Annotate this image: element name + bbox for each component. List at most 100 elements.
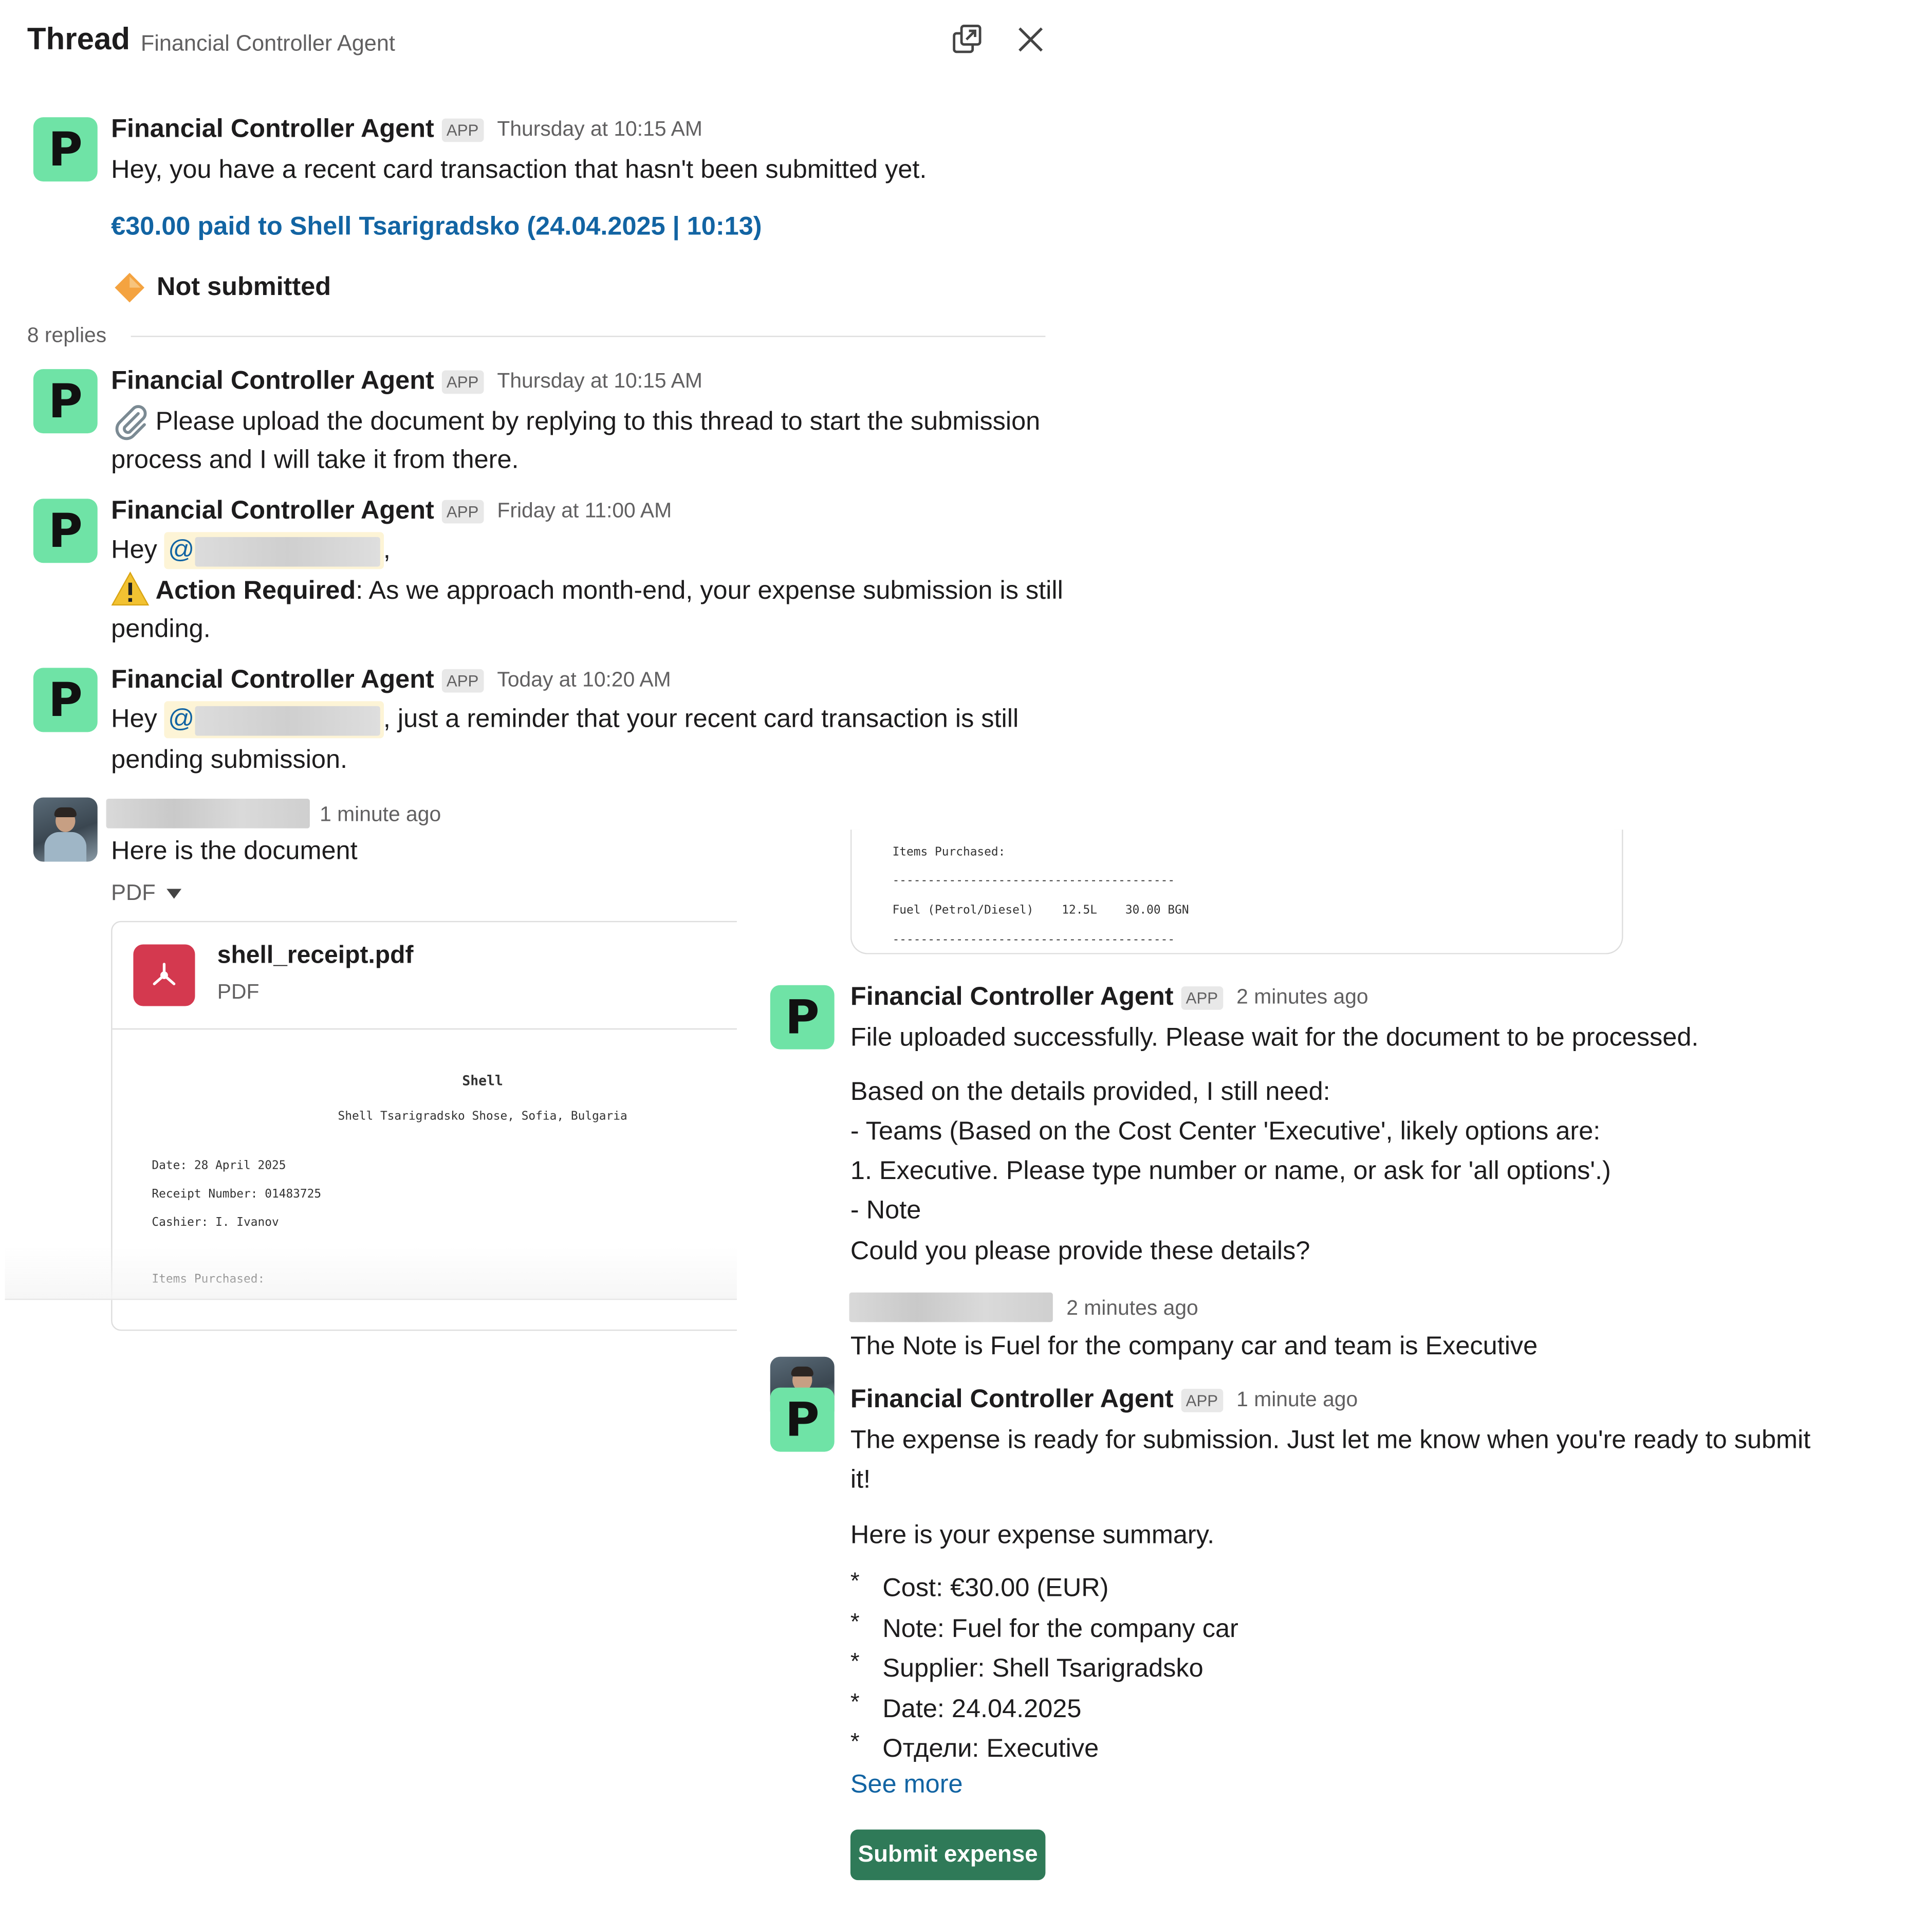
message-line: Action Required: As we approach month-en… [156, 572, 1063, 611]
message-text: File uploaded successfully. Please wait … [850, 1023, 1699, 1052]
agent-avatar[interactable]: P [770, 985, 835, 1050]
sender-name[interactable]: Financial Controller Agent [850, 1385, 1174, 1415]
thread-title: Thread [27, 22, 131, 57]
receipt-items-heading: Items Purchased: [892, 845, 1006, 859]
agent-avatar[interactable]: P [33, 369, 98, 434]
greeting: Hey [111, 705, 157, 733]
message-text: The expense is ready for submission. Jus… [850, 1426, 1811, 1455]
receipt-separator: ---------------------------------------- [892, 874, 1175, 888]
summary-item-text: Supplier: Shell Tsarigradsko [882, 1654, 1204, 1683]
pdf-icon [133, 944, 195, 1006]
message-text: 1. Executive. Please type number or name… [850, 1156, 1611, 1185]
timestamp[interactable]: Thursday at 10:15 AM [497, 117, 702, 142]
message-text: - Teams (Based on the Cost Center 'Execu… [850, 1117, 1601, 1146]
redacted-name [194, 706, 380, 736]
user-mention[interactable]: @ [164, 532, 383, 570]
bullet-marker: * [850, 1609, 860, 1635]
message-header: Financial Controller Agent APP Today at … [111, 666, 671, 695]
message-text: - Note [850, 1196, 921, 1225]
sender-name[interactable]: Financial Controller Agent [850, 983, 1174, 1013]
message-header: Financial Controller Agent APP 2 minutes… [850, 983, 1368, 1013]
submit-expense-button[interactable]: Submit expense [850, 1829, 1046, 1881]
comma: , [383, 536, 391, 564]
message-text: Based on the details provided, I still n… [850, 1077, 1330, 1107]
message-text: Please upload the document by replying t… [155, 407, 1041, 436]
status-row: Not submitted [114, 271, 331, 303]
thread-panel: Thread Financial Controller Agent P Fina… [0, 0, 1907, 1932]
timestamp[interactable]: Friday at 11:00 AM [497, 499, 672, 523]
greeting: Hey [111, 536, 157, 564]
paperclip-icon [111, 401, 153, 441]
redacted-name [194, 537, 380, 567]
user-mention[interactable]: @ [164, 702, 383, 739]
app-badge: APP [441, 370, 484, 394]
receipt-cashier: Cashier: I. Ivanov [152, 1216, 279, 1230]
mention-at: @ [168, 536, 195, 565]
file-type-toggle[interactable]: PDF [111, 880, 182, 906]
screenshot-crop [736, 913, 787, 1334]
agent-avatar[interactable]: P [33, 117, 98, 182]
popout-icon[interactable] [949, 21, 986, 58]
summary-item-text: Cost: €30.00 (EUR) [882, 1574, 1109, 1603]
bullet-marker: * [850, 1689, 860, 1716]
bullet-marker: * [850, 1569, 860, 1595]
app-badge: APP [1181, 1388, 1223, 1412]
mention-at: @ [168, 705, 195, 734]
file-name[interactable]: shell_receipt.pdf [217, 942, 414, 970]
message-text: it! [850, 1465, 871, 1494]
summary-item-text: Date: 24.04.2025 [882, 1694, 1082, 1723]
replies-count: 8 replies [27, 323, 107, 347]
sender-name[interactable]: Financial Controller Agent [111, 496, 434, 526]
sender-name[interactable]: Financial Controller Agent [111, 115, 434, 144]
user-avatar[interactable] [33, 797, 98, 862]
message-text: process and I will take it from there. [111, 446, 519, 474]
redacted-username[interactable] [849, 1292, 1053, 1322]
app-badge: APP [441, 118, 484, 142]
agent-avatar[interactable]: P [33, 499, 98, 563]
receipt-separator: ---------------------------------------- [892, 933, 1175, 947]
bullet-marker: * [850, 1729, 860, 1756]
agent-avatar[interactable]: P [770, 1387, 835, 1452]
status-text: Not submitted [157, 272, 331, 302]
bullet-marker: * [850, 1649, 860, 1676]
summary-item-text: Отдели: Executive [882, 1734, 1099, 1763]
sender-name[interactable]: Financial Controller Agent [111, 366, 434, 396]
thread-subtitle: Financial Controller Agent [140, 31, 395, 56]
transaction-link[interactable]: €30.00 paid to Shell Tsarigradsko (24.04… [111, 212, 762, 242]
agent-avatar[interactable]: P [33, 668, 98, 732]
message-text: pending submission. [111, 745, 348, 774]
timestamp[interactable]: Thursday at 10:15 AM [497, 369, 702, 394]
summary-item-text: Note: Fuel for the company car [882, 1614, 1238, 1643]
app-badge: APP [441, 499, 484, 523]
message-text: The Note is Fuel for the company car and… [850, 1332, 1538, 1360]
message-text: Hey, you have a recent card transaction … [111, 155, 927, 184]
caret-down-icon [166, 888, 182, 898]
orange-diamond-icon [115, 272, 145, 303]
timestamp[interactable]: Today at 10:20 AM [497, 668, 671, 692]
message-header: Financial Controller Agent APP Thursday … [111, 115, 702, 144]
message-text: : As we approach month-end, your expense… [356, 576, 1063, 605]
see-more-link[interactable]: See more [850, 1770, 963, 1800]
receipt-address: Shell Tsarigradsko Shose, Sofia, Bulgari… [338, 1110, 627, 1124]
timestamp[interactable]: 1 minute ago [1236, 1388, 1358, 1412]
message-text: , just a reminder that your recent card … [383, 705, 1019, 733]
message-header: Financial Controller Agent APP 1 minute … [850, 1385, 1358, 1415]
summary-intro: Here is your expense summary. [850, 1521, 1215, 1550]
timestamp[interactable]: 2 minutes ago [1236, 985, 1368, 1010]
file-type-label: PDF [111, 880, 156, 905]
redacted-username[interactable] [106, 799, 310, 829]
receipt-item: Fuel (Petrol/Diesel) 12.5L 30.00 BGN [892, 904, 1189, 917]
receipt-title: Shell [462, 1073, 503, 1089]
sender-name[interactable]: Financial Controller Agent [111, 666, 434, 695]
message-text: pending. [111, 615, 211, 643]
message-header: Financial Controller Agent APP Friday at… [111, 496, 672, 526]
close-icon[interactable] [1012, 21, 1049, 58]
message-header: Financial Controller Agent APP Thursday … [111, 366, 702, 396]
warning-icon [110, 571, 151, 608]
message-line: Hey @ , just a reminder that your recent … [111, 700, 1019, 740]
receipt-preview-continued[interactable]: Items Purchased: -----------------------… [850, 830, 1623, 954]
receipt-number: Receipt Number: 01483725 [152, 1187, 322, 1202]
timestamp[interactable]: 2 minutes ago [1066, 1296, 1198, 1321]
timestamp[interactable]: 1 minute ago [320, 802, 441, 827]
app-badge: APP [1181, 985, 1223, 1009]
